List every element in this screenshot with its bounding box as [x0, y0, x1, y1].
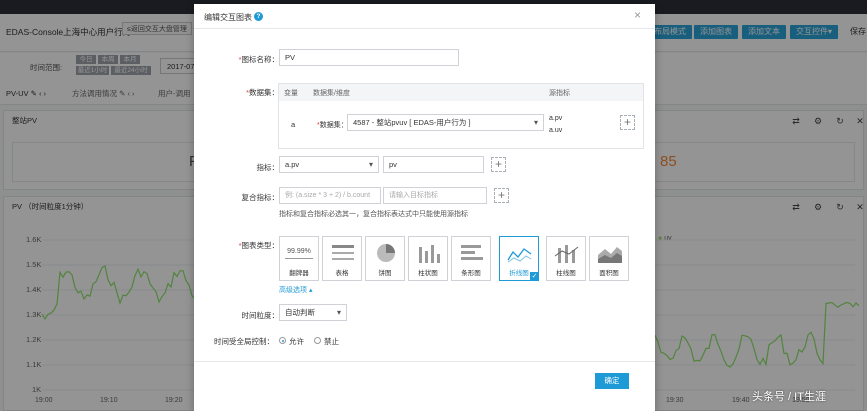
chart-name-input[interactable]: PV — [279, 49, 459, 66]
type-area[interactable]: 面积图 — [589, 236, 629, 281]
type-caption: 条形图 — [461, 270, 481, 277]
type-pie[interactable]: 饼图 — [365, 236, 405, 281]
area-icon — [598, 247, 622, 263]
col-dataset: 数据集/维度 — [313, 90, 350, 97]
dataset-select[interactable]: 4587 - 整站pvuv [ EDAS-用户行为 ] — [347, 114, 544, 131]
source-metric-a-uv: a.uv — [549, 127, 563, 134]
type-caption: 面积图 — [599, 270, 619, 277]
compound-expression-input[interactable]: 例: (a.size * 3 + 2) / b.count — [279, 187, 381, 204]
dataset-table-header: 变量 数据集/维度 源指标 — [279, 84, 643, 101]
dataset-field-label: *数据集： — [317, 122, 348, 129]
name-label: *图标名称： — [238, 55, 279, 64]
global-control-label: 时间受全局控制： — [214, 337, 274, 346]
allow-radio[interactable] — [279, 337, 286, 344]
close-icon[interactable]: × — [634, 8, 641, 22]
type-caption: 柱状图 — [418, 270, 438, 277]
forbid-radio[interactable] — [314, 337, 321, 344]
check-icon: ✓ — [530, 272, 539, 281]
granularity-label: 时间粒度： — [241, 311, 280, 320]
bar-icon — [461, 245, 483, 260]
type-caption: 饼图 — [378, 270, 392, 277]
chart-type-label: *图表类型： — [238, 241, 279, 250]
compound-label: 复合指标： — [241, 193, 280, 202]
type-line-selected[interactable]: 折线图 ✓ — [499, 236, 539, 281]
metric-select[interactable]: a.pv — [279, 156, 379, 173]
metric-alias-input[interactable]: pv — [383, 156, 484, 173]
table-icon — [332, 245, 354, 260]
flipper-line — [285, 258, 313, 259]
watermark: 头条号 / IT生涯 — [752, 391, 826, 403]
granularity-select[interactable]: 自动判断 — [279, 304, 347, 321]
advanced-options-link[interactable]: 高级选项 ▴ — [279, 285, 312, 295]
column-icon — [419, 245, 440, 263]
type-column[interactable]: 柱状图 — [408, 236, 448, 281]
edit-chart-dialog: 编辑交互图表 ? × *图标名称： PV *数据集： 变量 数据集/维度 源指标… — [194, 4, 655, 411]
col-source: 源指标 — [549, 90, 570, 97]
dialog-title: 编辑交互图表 — [204, 13, 252, 22]
type-caption: 柱线图 — [556, 270, 576, 277]
metric-label: 指标： — [256, 163, 280, 172]
type-table[interactable]: 表格 — [322, 236, 362, 281]
source-metric-a-pv: a.pv — [549, 115, 563, 122]
dataset-label: *数据集： — [246, 88, 279, 97]
help-icon[interactable]: ? — [254, 12, 263, 21]
add-compound-icon[interactable]: + — [494, 188, 509, 203]
line-chart-icon — [507, 248, 532, 263]
type-caption: 翻牌器 — [289, 270, 309, 277]
flipper-sample: 99.99% — [287, 248, 311, 255]
dialog-header: 编辑交互图表 ? × — [194, 4, 655, 29]
dataset-table: 变量 数据集/维度 源指标 a *数据集： 4587 - 整站pvuv [ ED… — [278, 83, 644, 149]
type-bar-line[interactable]: 柱线图 — [546, 236, 586, 281]
type-flipper[interactable]: 99.99% 翻牌器 — [279, 236, 319, 281]
compound-name-input[interactable]: 请输入目标指标 — [383, 187, 487, 204]
bar-line-icon — [554, 245, 579, 263]
dialog-divider — [194, 361, 655, 362]
type-caption: 表格 — [335, 270, 349, 277]
confirm-button[interactable]: 确定 — [595, 373, 629, 389]
col-variable: 变量 — [284, 90, 298, 97]
pie-icon — [377, 244, 395, 262]
dataset-variable: a — [291, 120, 296, 129]
add-metric-icon[interactable]: + — [491, 157, 506, 172]
metric-hint: 指标和复合指标必选其一，复合指标表达式中只能使用源指标 — [279, 211, 468, 218]
type-bar[interactable]: 条形图 — [451, 236, 491, 281]
allow-radio-label: 允许 — [289, 337, 304, 346]
forbid-radio-label: 禁止 — [324, 337, 339, 346]
add-dataset-icon[interactable]: + — [620, 115, 635, 130]
